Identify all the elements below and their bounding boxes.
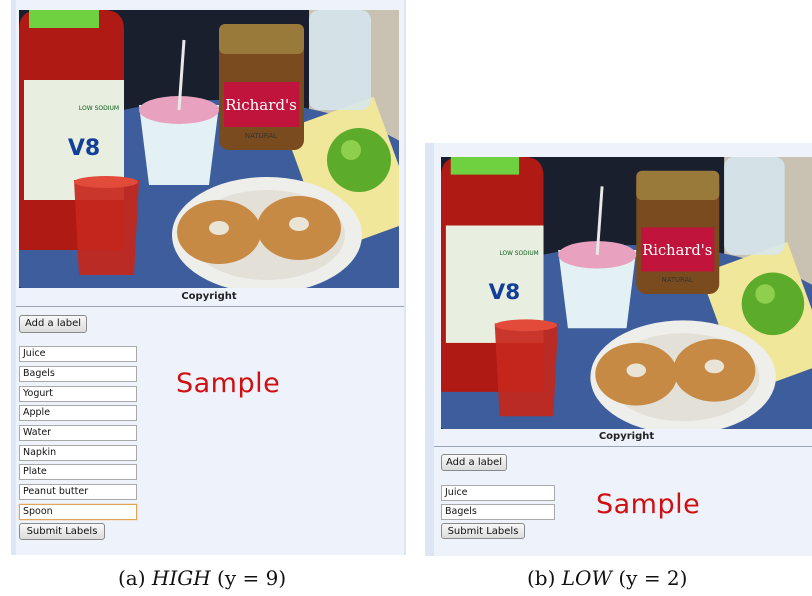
jar-label-text: Richard's: [642, 242, 712, 259]
label-input-juice[interactable]: Juice: [19, 346, 137, 362]
label-input-apple[interactable]: Apple: [19, 405, 137, 421]
sample-watermark: Sample: [596, 489, 701, 520]
submit-labels-button[interactable]: Submit Labels: [441, 523, 525, 539]
label-input-yogurt[interactable]: Yogurt: [19, 386, 137, 402]
caption-high: (a) HIGH (y = 9): [118, 566, 286, 590]
jar-sub-text: NATURAL: [245, 132, 277, 140]
submit-labels-button[interactable]: Submit Labels: [19, 523, 105, 540]
food-photo-svg: Richard's NATURAL V8 LOW SODIUM: [19, 10, 399, 288]
caption-level: HIGH: [151, 566, 211, 590]
add-label-button[interactable]: Add a label: [19, 315, 87, 333]
food-photo-svg: Richard's NATURAL V8 LOW SODIUM: [441, 157, 812, 429]
caption-suffix: (y = 2): [612, 566, 688, 590]
divider: [434, 446, 812, 447]
copyright-label: Copyright: [181, 291, 237, 302]
label-input-spoon[interactable]: Spoon: [19, 504, 137, 520]
label-input-bagels[interactable]: Bagels: [19, 366, 137, 382]
v8-tag-text: LOW SODIUM: [79, 105, 119, 112]
label-input-plate[interactable]: Plate: [19, 464, 137, 480]
copyright-label: Copyright: [598, 431, 655, 442]
caption-prefix: (a): [118, 566, 152, 590]
add-label-button[interactable]: Add a label: [441, 454, 507, 471]
jar-label-text: Richard's: [225, 96, 297, 114]
v8-tag-text: LOW SODIUM: [500, 251, 539, 257]
label-input-water[interactable]: Water: [19, 425, 137, 441]
label-input-juice[interactable]: Juice: [441, 485, 555, 501]
caption-suffix: (y = 9): [210, 566, 287, 590]
divider: [16, 306, 404, 307]
v8-label-text: V8: [68, 136, 100, 161]
jar-sub-text: NATURAL: [662, 276, 694, 284]
caption-level: LOW: [561, 566, 612, 590]
caption-prefix: (b): [527, 566, 562, 590]
sample-watermark: Sample: [176, 368, 281, 399]
food-photo-high: Richard's NATURAL V8 LOW SODIUM: [19, 10, 399, 288]
caption-low: (b) LOW (y = 2): [527, 566, 687, 590]
label-input-napkin[interactable]: Napkin: [19, 445, 137, 461]
v8-label-text: V8: [489, 280, 521, 305]
food-photo-low: Richard's NATURAL V8 LOW SODIUM: [441, 157, 812, 429]
label-input-peanut-butter[interactable]: Peanut butter: [19, 484, 137, 500]
label-input-bagels[interactable]: Bagels: [441, 504, 555, 520]
